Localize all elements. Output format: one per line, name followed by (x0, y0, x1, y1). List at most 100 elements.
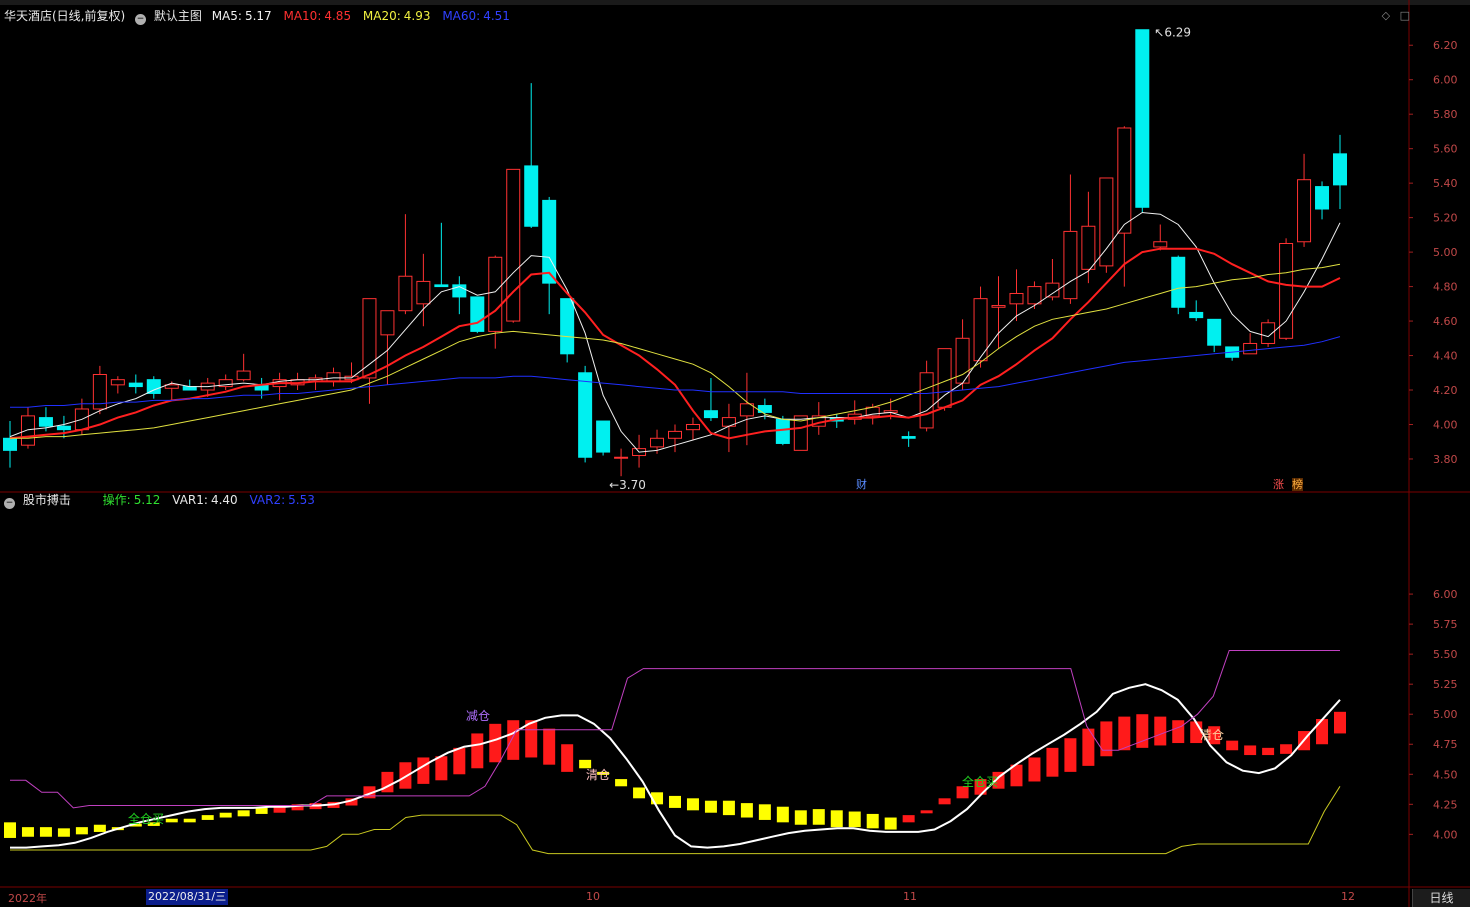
bang-tag[interactable]: 榜 (1292, 478, 1303, 491)
period-button[interactable]: 日线 (1412, 889, 1470, 907)
candle-body (326, 372, 341, 382)
candle-body (1009, 292, 1024, 305)
candle-body (20, 415, 35, 446)
candle (1207, 318, 1222, 353)
candle-body (506, 168, 521, 322)
signal-bar (1028, 757, 1041, 782)
signal-label: 全仓买 (962, 774, 998, 789)
candle-body (128, 382, 143, 388)
candle-body (901, 436, 916, 439)
signal-bar (39, 827, 52, 837)
indicator-name[interactable]: 股市搏击 (23, 493, 71, 507)
signal-bar (1280, 744, 1293, 754)
candle (901, 431, 916, 447)
candle (326, 367, 341, 387)
main-chart-name[interactable]: 默认主图 (154, 9, 202, 23)
signal-bar (1118, 716, 1131, 751)
ma5-label-text: MA5: (211, 9, 242, 23)
op-line (10, 683, 1341, 849)
price-tick-label: 5.20 (1433, 212, 1458, 225)
var2-label-text: VAR2: (249, 493, 286, 507)
candle (955, 319, 970, 391)
collapse-icon[interactable]: − (4, 498, 15, 509)
candle (973, 286, 988, 368)
candle (56, 415, 71, 439)
ma5-line (9, 211, 1341, 453)
candle-body (3, 437, 17, 451)
signal-bar (740, 803, 753, 818)
cai-tag[interactable]: 财 (856, 478, 867, 491)
square-icon[interactable]: □ (1400, 9, 1410, 22)
signal-bar (219, 812, 232, 818)
signal-bar (471, 733, 484, 769)
signal-bar (776, 806, 789, 823)
candle-body (1189, 311, 1204, 319)
cursor-date-label: 2022/08/31/三 (146, 889, 229, 905)
candle (1297, 153, 1312, 247)
signal-bar (1172, 720, 1185, 744)
candle-body (1171, 256, 1186, 308)
candle-body (416, 280, 431, 305)
var1-label: VAR1: 4.40 (172, 493, 243, 507)
signal-bar (561, 744, 574, 772)
signal-bar (794, 810, 807, 825)
candle (362, 298, 377, 404)
stock-title[interactable]: 华天酒店(日线,前复权) (4, 9, 125, 23)
candle (416, 253, 431, 327)
candle-body (650, 437, 665, 448)
candle (524, 83, 539, 228)
zhang-tag[interactable]: 涨 (1273, 478, 1284, 491)
signal-bar (758, 804, 771, 820)
candle-body (236, 370, 251, 381)
op-value: 5.12 (133, 493, 161, 507)
candle-body (1063, 230, 1078, 300)
candle (3, 421, 17, 468)
candle (919, 360, 934, 432)
candle-body (56, 425, 71, 431)
price-tick-label: 5.00 (1433, 246, 1458, 259)
candle (1099, 177, 1114, 273)
diamond-icon[interactable]: ◇ (1382, 9, 1390, 22)
ma10-line (9, 247, 1341, 440)
candle (506, 168, 521, 323)
signal-bar (1244, 745, 1257, 756)
signal-bar (4, 822, 16, 838)
signal-bar (722, 800, 735, 816)
candle (1315, 181, 1330, 220)
candle-body (685, 423, 700, 431)
signal-label: 清仓 (1200, 728, 1224, 742)
month-label-12: 12 (1341, 890, 1355, 903)
candle (1333, 134, 1347, 210)
signal-bar (633, 787, 646, 799)
var2-label: VAR2: 5.53 (249, 493, 320, 507)
signal-bar (75, 827, 88, 835)
signal-bar (165, 818, 178, 823)
signal-bar (830, 810, 843, 828)
collapse-icon[interactable]: − (135, 14, 147, 25)
candle-body (1117, 127, 1132, 234)
candle (182, 379, 197, 391)
candle-body (1315, 186, 1330, 210)
candle (1027, 281, 1042, 309)
candle (92, 365, 107, 415)
stock-chart-canvas[interactable]: 3.80 4.00 4.20 4.40 4.60 4.80 5.00 5.20 5.40 5.60… (0, 0, 1470, 907)
candle-body (1279, 242, 1294, 339)
low-price-label: ←3.70 (609, 478, 646, 492)
price-tick-label: 4.40 (1433, 350, 1458, 363)
signal-bar (489, 723, 502, 763)
signal-bar (1046, 747, 1059, 777)
signal-bar (507, 720, 520, 760)
signal-bar (21, 827, 34, 837)
price-tick-label: 4.60 (1433, 315, 1458, 328)
signal-bar (686, 798, 699, 811)
candle-body (1099, 177, 1114, 267)
candle-body (1333, 153, 1347, 186)
year-label: 2022年 (8, 892, 47, 905)
month-label-11: 11 (903, 890, 917, 903)
op-label-text: 操作: (102, 493, 131, 507)
signal-label: 清仓 (586, 768, 610, 782)
signal-bar (1262, 747, 1275, 756)
ma60-value: 4.51 (483, 9, 510, 23)
candle (703, 377, 718, 422)
candle (1117, 126, 1132, 287)
